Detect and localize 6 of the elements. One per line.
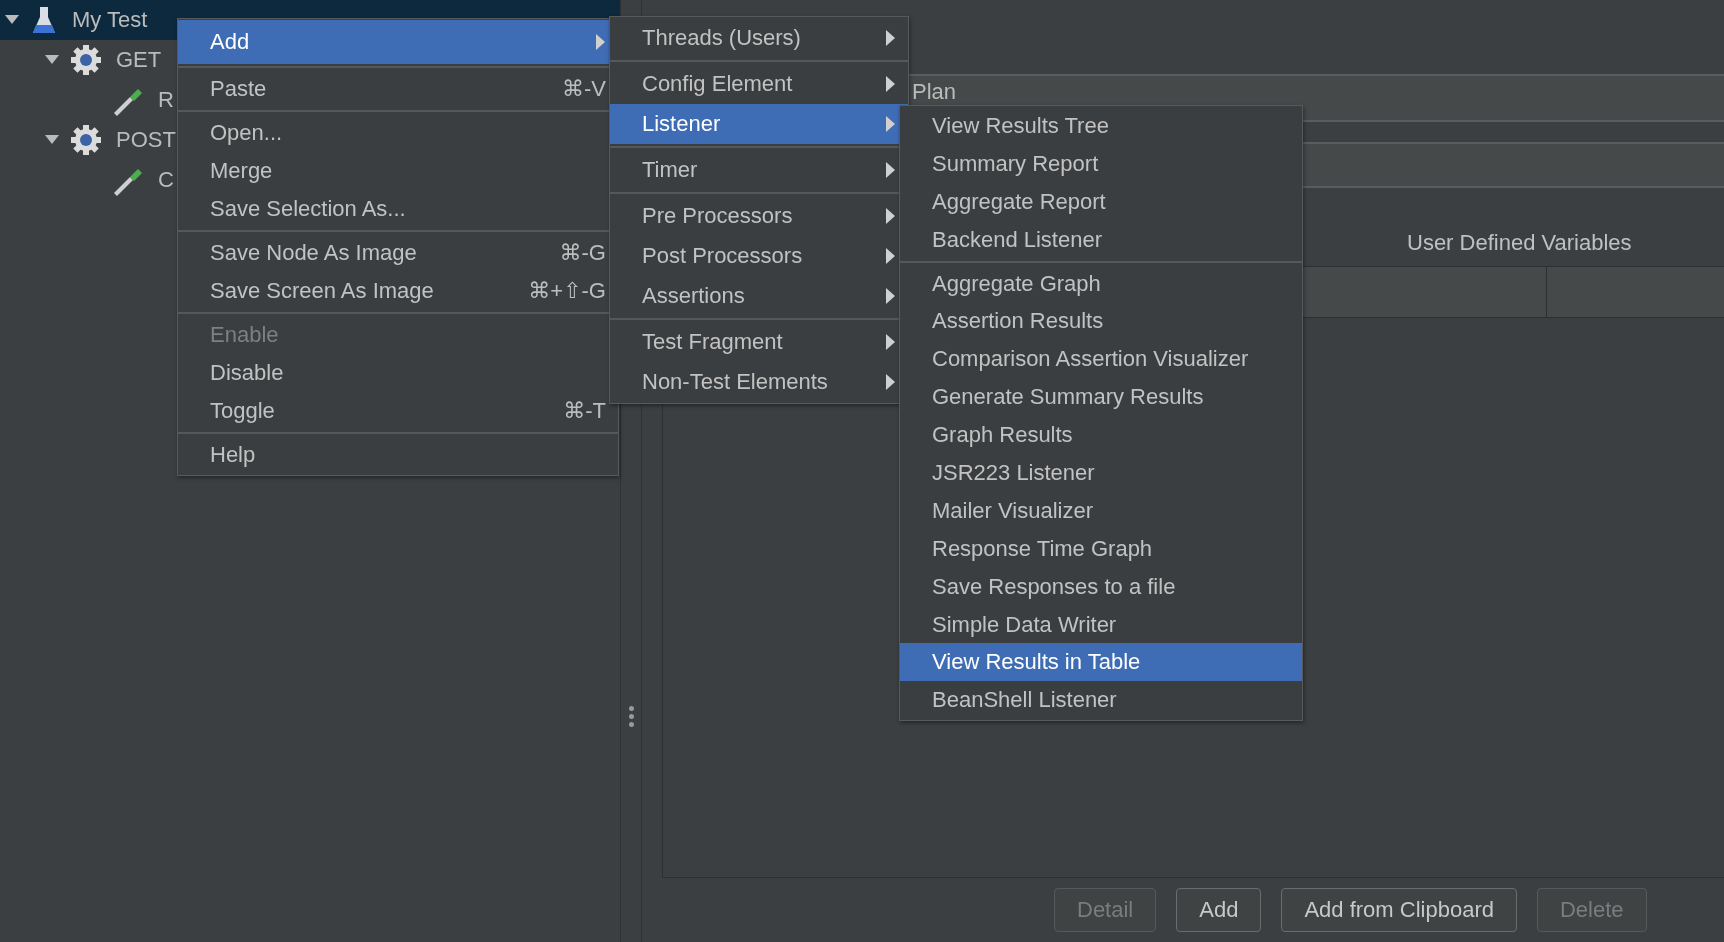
shortcut-label: ⌘+⇧-G <box>528 278 606 304</box>
panel-label: Plan <box>912 79 957 104</box>
shortcut-label: ⌘-V <box>562 76 606 102</box>
table-title: User Defined Variables <box>1407 230 1632 256</box>
shortcut-label: ⌘-G <box>559 240 606 266</box>
shortcut-label: ⌘-T <box>563 398 606 424</box>
